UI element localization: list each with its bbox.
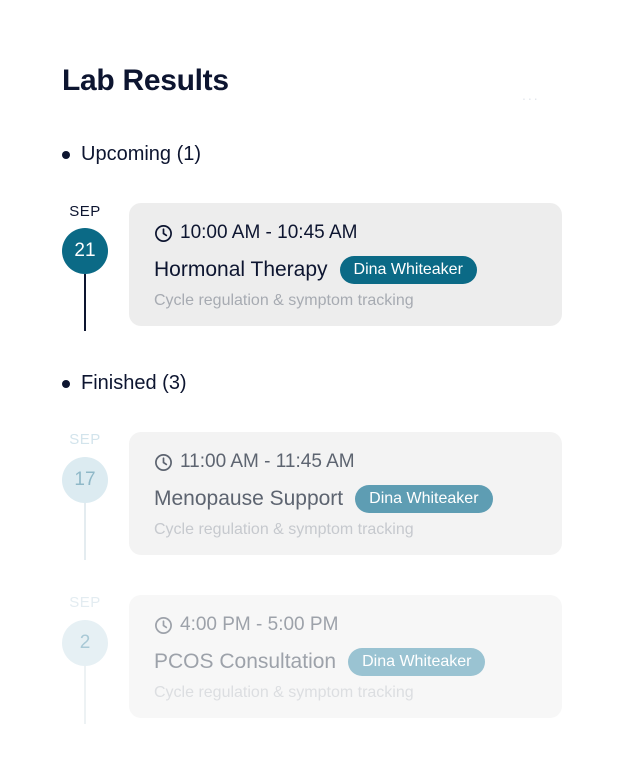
appointment-time: 11:00 AM - 11:45 AM	[180, 451, 355, 472]
appointment-time-row: 4:00 PM - 5:00 PM	[154, 614, 338, 636]
appointment-description: Cycle regulation & symptom tracking	[154, 292, 414, 309]
appointment-name-row: Menopause Support Dina Whiteaker	[154, 485, 493, 513]
appointment-date-circle: 17	[62, 457, 108, 503]
doctor-badge[interactable]: Dina Whiteaker	[339, 256, 477, 284]
appointment-name-row: PCOS Consultation Dina Whiteaker	[154, 648, 486, 676]
appointment-time: 4:00 PM - 5:00 PM	[180, 614, 339, 635]
timeline-line	[84, 666, 86, 724]
section-upcoming-label: Upcoming (1)	[81, 143, 202, 165]
lab-results-panel: Lab Results ... Upcoming (1) SEP 21 10:0…	[0, 0, 624, 784]
bullet-icon	[62, 150, 70, 159]
clock-icon	[155, 453, 172, 471]
section-finished-label: Finished (3)	[81, 372, 187, 394]
timeline-line	[84, 503, 86, 560]
appointment-card[interactable]: 4:00 PM - 5:00 PM PCOS Consultation Dina…	[129, 595, 562, 718]
more-options-icon[interactable]: ...	[522, 88, 540, 102]
appointment-month: SEP	[69, 203, 101, 220]
appointment-name-row: Hormonal Therapy Dina Whiteaker	[154, 256, 477, 284]
appointment-date-circle: 2	[62, 620, 108, 666]
appointment-name: Hormonal Therapy	[154, 258, 328, 281]
appointment-name: Menopause Support	[154, 487, 344, 510]
appointment-card[interactable]: 10:00 AM - 10:45 AM Hormonal Therapy Din…	[129, 203, 562, 326]
appointment-time-row: 10:00 AM - 10:45 AM	[154, 222, 357, 244]
appointment-month: SEP	[69, 431, 101, 448]
doctor-badge[interactable]: Dina Whiteaker	[355, 485, 493, 513]
appointment-time-row: 11:00 AM - 11:45 AM	[154, 451, 355, 473]
appointment-name: PCOS Consultation	[154, 650, 337, 673]
appointment-date-circle: 21	[62, 228, 108, 274]
timeline-line	[84, 274, 86, 331]
appointment-description: Cycle regulation & symptom tracking	[154, 521, 414, 538]
page-title: Lab Results	[62, 64, 229, 97]
appointment-card[interactable]: 11:00 AM - 11:45 AM Menopause Support Di…	[129, 432, 562, 555]
appointment-day: 2	[79, 632, 91, 653]
bullet-icon	[62, 379, 70, 388]
appointment-description: Cycle regulation & symptom tracking	[154, 684, 414, 701]
appointment-time: 10:00 AM - 10:45 AM	[180, 222, 358, 243]
clock-icon	[155, 224, 172, 242]
clock-icon	[155, 616, 172, 634]
appointment-month: SEP	[69, 594, 101, 611]
section-upcoming: Upcoming (1)	[62, 143, 201, 166]
doctor-badge[interactable]: Dina Whiteaker	[348, 648, 486, 676]
section-finished: Finished (3)	[62, 372, 187, 395]
appointment-day: 21	[74, 240, 96, 261]
appointment-day: 17	[74, 469, 96, 490]
